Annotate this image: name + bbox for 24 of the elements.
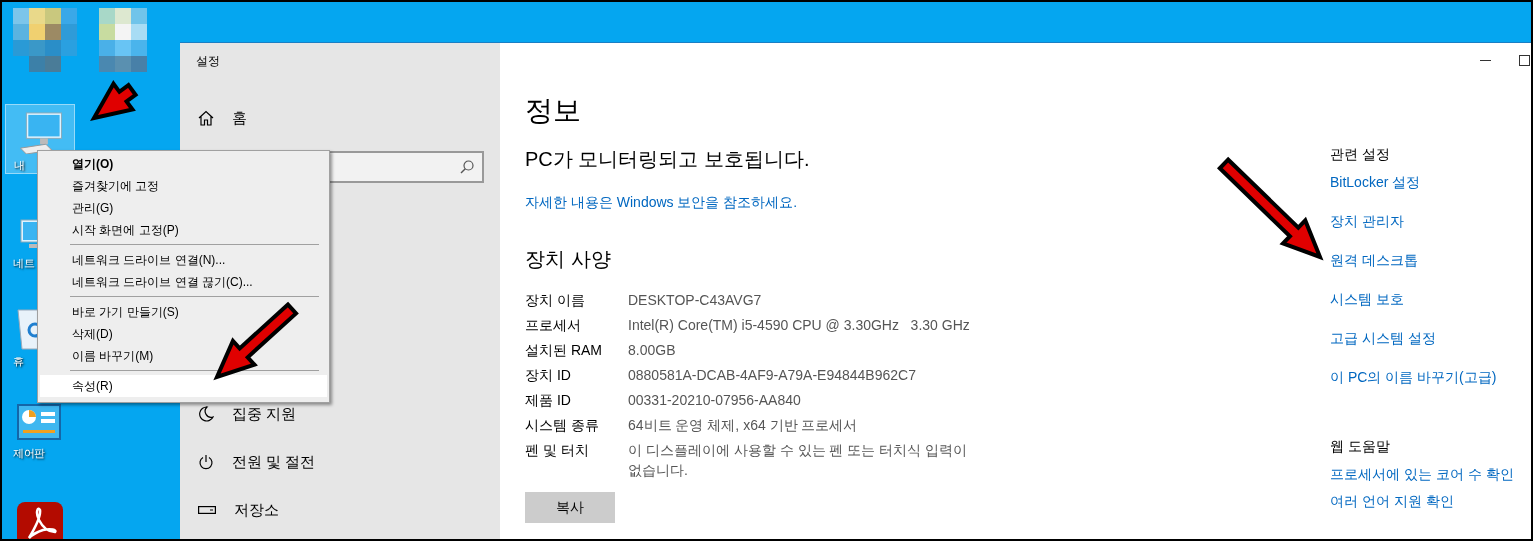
spec-label: 장치 이름 xyxy=(525,290,586,310)
spec-value: 64비트 운영 체제, x64 기반 프로세서 xyxy=(628,415,859,435)
spec-label: 제품 ID xyxy=(525,390,572,410)
spec-label: 장치 ID xyxy=(525,365,572,385)
section-heading: 관련 설정 xyxy=(1330,145,1391,164)
spec-value: 00331-20210-07956-AA840 xyxy=(628,390,802,410)
spec-label: 설치된 RAM xyxy=(525,340,603,360)
spec-value: 이 디스플레이에 사용할 수 있는 펜 또는 터치식 입력이 없습니다. xyxy=(628,440,969,480)
icon-label: 제어판 xyxy=(13,446,45,461)
spec-label: 펜 및 터치 xyxy=(525,440,590,460)
spec-value: 8.00GB xyxy=(628,340,677,360)
page-title: 정보 xyxy=(525,94,582,128)
icon-label: 휴 xyxy=(13,354,24,369)
spec-value: Intel(R) Core(TM) i5-4590 CPU @ 3.30GHz 3.30 GHz xyxy=(628,315,971,335)
spec-label: 시스템 종류 xyxy=(525,415,600,435)
window-title: 설정 xyxy=(195,53,221,70)
spec-value: 0880581A-DCAB-4AF9-A79A-E94844B962C7 xyxy=(628,365,917,385)
security-status: PC가 모니터링되고 보호됩니다. xyxy=(525,147,811,172)
spec-value: DESKTOP-C43AVG7 xyxy=(628,290,763,310)
icon-label: 네트 xyxy=(13,256,34,271)
section-heading: 웹 도움말 xyxy=(1330,437,1391,456)
spec-label: 프로세서 xyxy=(525,315,582,335)
section-heading: 장치 사양 xyxy=(525,247,612,272)
icon-label: 내 xyxy=(14,158,25,173)
